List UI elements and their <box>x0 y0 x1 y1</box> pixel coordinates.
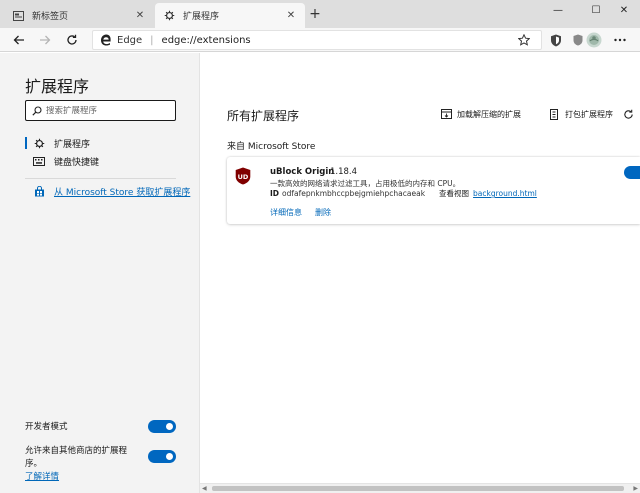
allow-other-stores-label: 允许来自其他商店的扩展程序。 了解详情 <box>25 445 140 484</box>
remove-button[interactable]: 删除 <box>315 207 331 218</box>
puzzle-gear-icon <box>163 10 175 22</box>
logo-lettering: UD <box>238 173 249 181</box>
learn-more-link[interactable]: 了解详情 <box>25 472 59 482</box>
scroll-right-icon[interactable]: ▶ <box>630 485 638 493</box>
developer-mode-toggle[interactable] <box>148 420 176 433</box>
scroll-left-icon[interactable]: ◀ <box>202 485 210 493</box>
extension-name: uBlock Origin <box>270 167 335 177</box>
address-separator: | <box>150 34 154 46</box>
developer-mode-label: 开发者模式 <box>25 422 68 432</box>
ublock-origin-logo-icon: UD <box>235 167 251 185</box>
window-close-icon[interactable]: ✕ <box>608 0 640 20</box>
sidebar: 扩展程序 扩展程序 键盘快捷键 从 Microsoft Store 获取扩展程序… <box>0 53 200 483</box>
tab-new-tab[interactable]: 新标签页 ✕ <box>4 3 154 28</box>
sidebar-title: 扩展程序 <box>25 77 90 96</box>
load-unpacked-label: 加载解压缩的扩展 <box>457 109 521 119</box>
extensions-gear-icon <box>33 137 45 149</box>
horizontal-scrollbar[interactable]: ◀ ▶ <box>200 483 640 493</box>
keyboard-icon <box>33 155 45 167</box>
navigation-toolbar: Edge | edge://extensions <box>0 28 640 52</box>
site-name: Edge <box>117 34 143 46</box>
pack-extension-icon <box>548 108 560 120</box>
tab-title: 扩展程序 <box>183 12 220 22</box>
search-input[interactable] <box>46 105 166 116</box>
extension-version: 1.18.4 <box>330 167 358 177</box>
background-page-link[interactable]: background.html <box>473 189 537 198</box>
load-unpacked-icon <box>440 108 452 120</box>
tab-title: 新标签页 <box>32 12 69 22</box>
section-heading: 来自 Microsoft Store <box>227 142 316 152</box>
load-unpacked-button[interactable]: 加载解压缩的扩展 <box>440 108 521 120</box>
more-menu-icon[interactable] <box>612 32 628 48</box>
edge-logo-icon <box>99 33 113 47</box>
page-icon <box>12 10 24 22</box>
url-text[interactable]: edge://extensions <box>162 35 251 46</box>
new-tab-button[interactable]: + <box>307 7 323 23</box>
tab-strip: 新标签页 ✕ 扩展程序 ✕ + — ☐ ✕ <box>0 0 640 28</box>
favorite-star-icon[interactable] <box>517 33 531 47</box>
pack-extension-button[interactable]: 打包扩展程序 <box>548 108 613 120</box>
tab-extensions[interactable]: 扩展程序 ✕ <box>155 3 305 28</box>
sidebar-item-keyboard-shortcuts[interactable]: 键盘快捷键 <box>25 153 185 169</box>
address-bar[interactable]: Edge | edge://extensions <box>92 30 542 50</box>
sidebar-divider <box>25 178 176 179</box>
sidebar-bottom-strip <box>0 483 200 493</box>
allow-other-stores-toggle[interactable] <box>148 450 176 463</box>
scrollbar-thumb[interactable] <box>212 486 624 491</box>
extension-card: UD uBlock Origin 1.18.4 一款高效的网络请求过滤工具，占用… <box>227 157 640 224</box>
close-icon[interactable]: ✕ <box>285 10 297 22</box>
extension-id: odfafepnkmbhccpbejgmiehpchacaeak <box>282 189 426 198</box>
extension-enable-toggle[interactable] <box>624 166 640 179</box>
refresh-icon <box>622 108 634 120</box>
forward-arrow-icon[interactable] <box>37 32 53 48</box>
search-icon <box>32 105 42 116</box>
avatar[interactable] <box>585 31 603 49</box>
minimize-icon[interactable]: — <box>538 0 578 20</box>
sidebar-item-label: 扩展程序 <box>54 139 91 150</box>
inspect-views-label: 查看视图 <box>439 189 470 198</box>
extension-id-row: ID odfafepnkmbhccpbejgmiehpchacaeak 查看视图… <box>270 188 537 199</box>
close-icon[interactable]: ✕ <box>134 10 146 22</box>
pack-extension-label: 打包扩展程序 <box>565 109 613 119</box>
store-bag-icon <box>34 186 45 197</box>
allow-other-stores-text: 允许来自其他商店的扩展程序。 <box>25 446 128 469</box>
page-title: 所有扩展程序 <box>227 109 300 123</box>
get-extensions-link[interactable]: 从 Microsoft Store 获取扩展程序 <box>34 185 190 198</box>
refresh-icon[interactable] <box>64 32 80 48</box>
search-box[interactable] <box>25 100 176 121</box>
ublock-toolbar-icon[interactable] <box>570 32 586 48</box>
shield-icon[interactable] <box>548 32 564 48</box>
update-button[interactable] <box>622 108 639 120</box>
back-arrow-icon[interactable] <box>11 32 27 48</box>
sidebar-item-label: 键盘快捷键 <box>54 157 100 168</box>
details-button[interactable]: 详细信息 <box>270 207 302 218</box>
sidebar-item-extensions[interactable]: 扩展程序 <box>25 135 185 151</box>
get-extensions-link-text: 从 Microsoft Store 获取扩展程序 <box>54 188 191 198</box>
extension-id-label: ID <box>270 189 280 198</box>
